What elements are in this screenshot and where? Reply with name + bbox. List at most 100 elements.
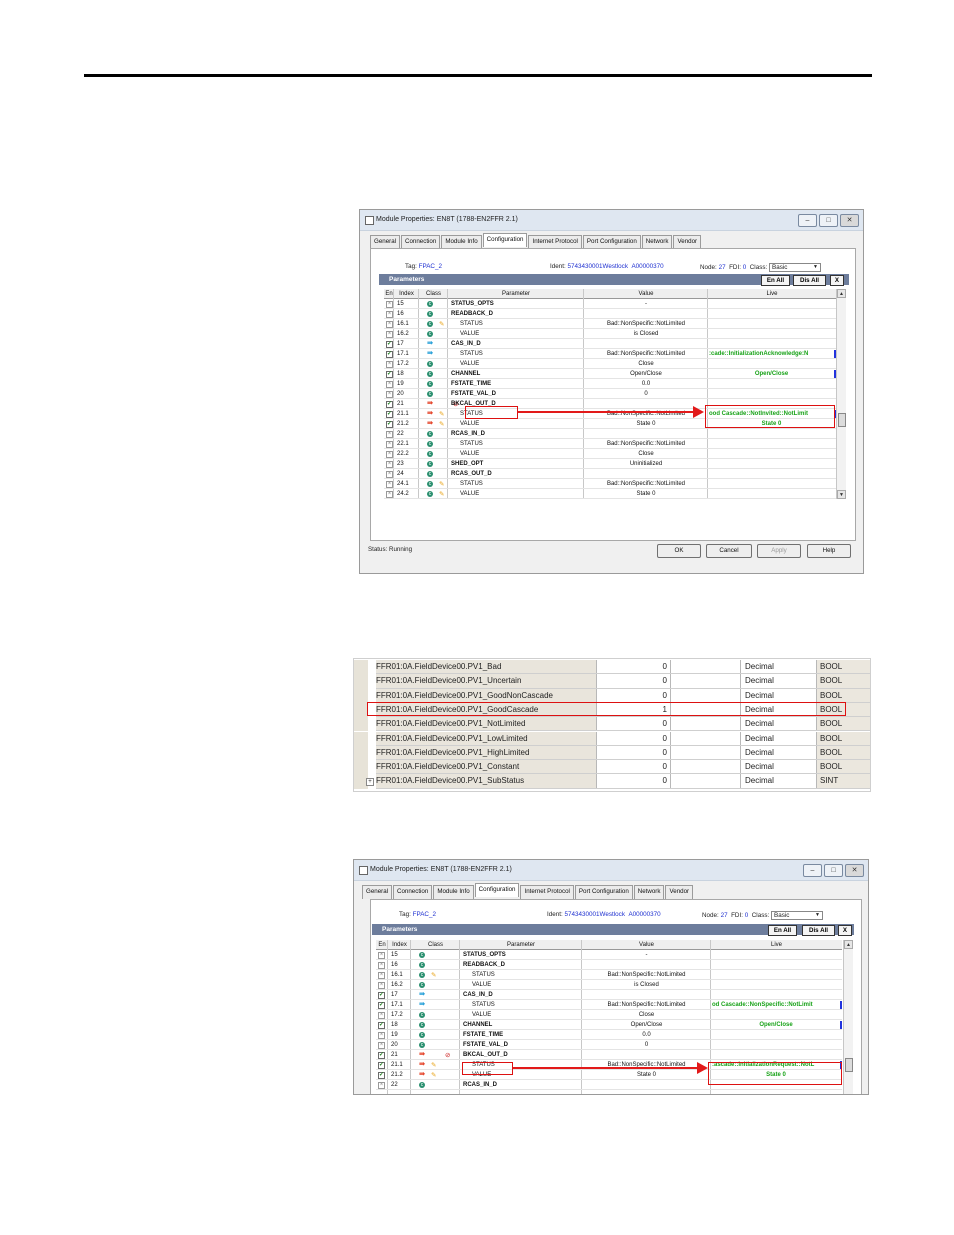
tab-configuration[interactable]: Configuration xyxy=(482,233,528,247)
column-header-class[interactable]: Class xyxy=(419,289,448,299)
param-value[interactable]: Bad::NonSpecific::NotLimited xyxy=(584,349,708,359)
disabled-checkbox-icon[interactable]: × xyxy=(386,491,393,498)
disabled-checkbox-icon[interactable]: × xyxy=(386,381,393,388)
parameter-row[interactable]: × 15 c STATUS_OPTS - xyxy=(384,299,836,309)
table-scrollbar[interactable]: ▲ ▼ xyxy=(836,289,846,499)
disabled-checkbox-icon[interactable]: × xyxy=(386,481,393,488)
param-value[interactable]: Close xyxy=(584,359,708,369)
parameter-row[interactable]: × 16 c READBACK_D xyxy=(384,309,836,319)
column-header-parameter[interactable]: Parameter xyxy=(448,289,584,299)
close-params-button[interactable]: X xyxy=(830,275,844,286)
tag-style[interactable]: Decimal xyxy=(740,760,821,775)
table-scrollbar[interactable]: ▲ xyxy=(843,940,853,1094)
enabled-checkbox-icon[interactable]: ✓ xyxy=(386,421,393,428)
parameter-row[interactable]: × 24.1 c ✎ STATUS Bad::NonSpecific::NotLimite… xyxy=(384,479,836,489)
param-value[interactable] xyxy=(582,1050,711,1060)
scroll-down-icon[interactable]: ▼ xyxy=(837,490,846,499)
enabled-checkbox-icon[interactable]: ✓ xyxy=(378,1072,385,1079)
column-header-parameter[interactable]: Parameter xyxy=(460,940,582,950)
tag-value[interactable]: 0 xyxy=(596,731,671,746)
parameter-row[interactable]: ✓ 18 c CHANNEL Open/Close Open/Close xyxy=(384,369,836,379)
cancel-button[interactable]: Cancel xyxy=(706,544,752,558)
parameter-row[interactable]: ✓ 21 ⇛ ⊘ BKCAL_OUT_D xyxy=(376,1050,842,1060)
param-value[interactable]: Bad::NonSpecific::NotLimited xyxy=(584,319,708,329)
param-value[interactable] xyxy=(584,399,708,409)
param-value[interactable]: - xyxy=(582,950,711,960)
param-value[interactable]: Uninitialized xyxy=(584,459,708,469)
parameter-row[interactable]: × 24 c RCAS_OUT_D xyxy=(384,469,836,479)
param-value[interactable] xyxy=(584,469,708,479)
parameter-row[interactable]: ✓ 17.1 ⇛ STATUS Bad::NonSpecific::NotLimited… xyxy=(376,1000,842,1010)
param-value[interactable] xyxy=(584,339,708,349)
enabled-checkbox-icon[interactable]: ✓ xyxy=(378,1052,385,1059)
param-value[interactable]: Bad::NonSpecific::NotLimited xyxy=(584,479,708,489)
param-value[interactable] xyxy=(582,1080,711,1090)
parameter-row[interactable]: × 22.2 c VALUE Close xyxy=(384,449,836,459)
tag-style[interactable]: Decimal xyxy=(740,745,821,761)
tag-value[interactable]: 0 xyxy=(596,717,671,732)
param-value[interactable]: 0.0 xyxy=(582,1030,711,1040)
disabled-checkbox-icon[interactable]: × xyxy=(378,1012,385,1019)
column-header-value[interactable]: Value xyxy=(582,940,711,950)
scroll-up-icon[interactable]: ▲ xyxy=(844,940,853,949)
tag-row[interactable]: FFR01:0A.FieldDevice00.PV1_Uncertain 0 Dec… xyxy=(354,674,870,689)
minimize-button[interactable]: – xyxy=(803,864,822,877)
tag-style[interactable]: Decimal xyxy=(740,674,821,689)
param-value[interactable]: 0 xyxy=(584,389,708,399)
parameter-row[interactable]: × 23 c SHED_OPT Uninitialized xyxy=(384,459,836,469)
disabled-checkbox-icon[interactable]: × xyxy=(386,311,393,318)
disabled-checkbox-icon[interactable]: × xyxy=(386,461,393,468)
param-value[interactable]: Bad::NonSpecific::NotLimited xyxy=(584,439,708,449)
parameter-row[interactable]: × 19 c FSTATE_TIME 0.0 xyxy=(376,1030,842,1040)
parameter-row[interactable]: × 16 c READBACK_D xyxy=(376,960,842,970)
param-value[interactable]: is Closed xyxy=(584,329,708,339)
param-value[interactable]: 0.0 xyxy=(584,379,708,389)
tab-internet-protocol[interactable]: Internet Protocol xyxy=(520,885,574,899)
ok-button[interactable]: OK xyxy=(657,544,701,558)
disabled-checkbox-icon[interactable]: × xyxy=(386,471,393,478)
param-value[interactable]: State 0 xyxy=(584,419,708,429)
tag-style[interactable]: Decimal xyxy=(740,731,821,746)
disabled-checkbox-icon[interactable]: × xyxy=(386,331,393,338)
param-value[interactable] xyxy=(584,429,708,439)
tag-value[interactable]: 0 xyxy=(596,674,671,689)
column-header-index[interactable]: Index xyxy=(394,289,419,299)
tab-vendor[interactable]: Vendor xyxy=(673,235,702,249)
tag-row[interactable]: FFR01:0A.FieldDevice00.PV1_LowLimited 0 De… xyxy=(354,731,870,746)
tag-style[interactable]: Decimal xyxy=(740,688,821,703)
parameter-row[interactable]: × 15 c STATUS_OPTS - xyxy=(376,950,842,960)
tab-module-info[interactable]: Module Info xyxy=(433,885,474,899)
param-value[interactable]: State 0 xyxy=(584,489,708,499)
tab-network[interactable]: Network xyxy=(641,235,673,249)
tab-general[interactable]: General xyxy=(370,235,401,249)
parameter-row[interactable]: × 19 c FSTATE_TIME 0.0 xyxy=(384,379,836,389)
tag-value[interactable]: 0 xyxy=(596,745,671,761)
scroll-thumb[interactable] xyxy=(838,413,846,427)
tag-value[interactable]: 0 xyxy=(596,688,671,703)
tab-configuration[interactable]: Configuration xyxy=(474,883,520,897)
enabled-checkbox-icon[interactable]: ✓ xyxy=(386,401,393,408)
minimize-button[interactable]: – xyxy=(798,214,817,227)
disabled-checkbox-icon[interactable]: × xyxy=(386,391,393,398)
tag-value[interactable]: 0 xyxy=(596,774,671,789)
tag-row[interactable]: FFR01:0A.FieldDevice00.PV1_GoodNonCascad… xyxy=(354,688,870,703)
tag-value[interactable]: 0 xyxy=(596,760,671,775)
dis-all-button[interactable]: Dis All xyxy=(802,925,835,936)
param-value[interactable]: 0 xyxy=(582,1040,711,1050)
enabled-checkbox-icon[interactable]: ✓ xyxy=(378,1062,385,1069)
disabled-checkbox-icon[interactable]: × xyxy=(378,962,385,969)
parameter-row[interactable]: × 16.2 c VALUE is Closed xyxy=(384,329,836,339)
close-window-button[interactable]: ✕ xyxy=(840,214,859,227)
parameter-row[interactable]: × 17.2 c VALUE Close xyxy=(376,1010,842,1020)
tab-module-info[interactable]: Module Info xyxy=(441,235,482,249)
param-value[interactable]: Close xyxy=(582,1010,711,1020)
scroll-up-icon[interactable]: ▲ xyxy=(837,289,846,298)
enabled-checkbox-icon[interactable]: ✓ xyxy=(386,411,393,418)
enabled-checkbox-icon[interactable]: ✓ xyxy=(386,351,393,358)
param-value[interactable]: Close xyxy=(584,449,708,459)
maximize-button[interactable]: □ xyxy=(819,214,838,227)
param-value[interactable] xyxy=(582,990,711,1000)
enabled-checkbox-icon[interactable]: ✓ xyxy=(378,1022,385,1029)
tag-row[interactable]: FFR01:0A.FieldDevice00.PV1_NotLimited 0 De… xyxy=(354,717,870,732)
apply-button[interactable]: Apply xyxy=(757,544,801,558)
